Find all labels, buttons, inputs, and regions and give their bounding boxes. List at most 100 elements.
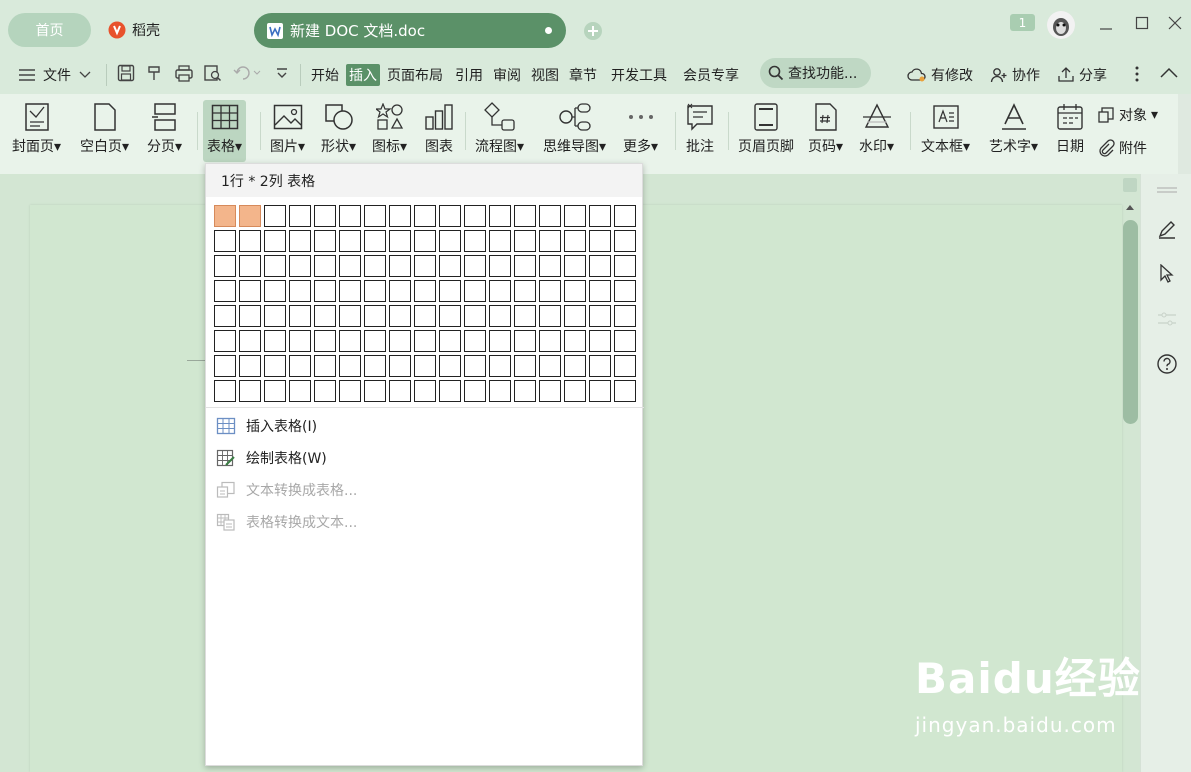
table-grid-cell[interactable] bbox=[489, 230, 511, 252]
table-grid-cell[interactable] bbox=[489, 330, 511, 352]
table-button[interactable]: 表格▾ bbox=[203, 100, 247, 162]
close-icon[interactable] bbox=[1167, 15, 1183, 31]
table-grid-cell[interactable] bbox=[364, 255, 386, 277]
save-icon[interactable] bbox=[117, 64, 135, 82]
tab-review[interactable]: 审阅 bbox=[493, 64, 521, 86]
table-grid-cell[interactable] bbox=[364, 330, 386, 352]
table-grid-cell[interactable] bbox=[589, 230, 611, 252]
table-grid-cell[interactable] bbox=[239, 205, 261, 227]
table-grid-cell[interactable] bbox=[439, 355, 461, 377]
table-grid-cell[interactable] bbox=[214, 330, 236, 352]
chart-button[interactable]: 图表 bbox=[424, 100, 454, 155]
table-grid-cell[interactable] bbox=[614, 230, 636, 252]
table-grid-cell[interactable] bbox=[614, 280, 636, 302]
table-grid-cell[interactable] bbox=[364, 230, 386, 252]
table-grid-cell[interactable] bbox=[489, 280, 511, 302]
table-grid-cell[interactable] bbox=[214, 255, 236, 277]
table-grid-cell[interactable] bbox=[364, 305, 386, 327]
table-grid-cell[interactable] bbox=[539, 380, 561, 402]
cover-page-button[interactable]: 封面页▾ bbox=[12, 100, 61, 155]
pen-edit-icon[interactable] bbox=[1157, 219, 1177, 239]
more-quick-access-icon[interactable] bbox=[275, 67, 289, 81]
table-grid-cell[interactable] bbox=[289, 280, 311, 302]
table-grid-cell[interactable] bbox=[439, 205, 461, 227]
share-button[interactable]: 分享 bbox=[1057, 64, 1107, 86]
comment-button[interactable]: 批注 bbox=[685, 100, 715, 155]
table-grid-cell[interactable] bbox=[389, 380, 411, 402]
table-grid-cell[interactable] bbox=[614, 305, 636, 327]
table-grid-cell[interactable] bbox=[314, 230, 336, 252]
table-grid-cell[interactable] bbox=[339, 380, 361, 402]
table-grid-cell[interactable] bbox=[214, 230, 236, 252]
table-grid-cell[interactable] bbox=[614, 255, 636, 277]
table-grid-cell[interactable] bbox=[489, 255, 511, 277]
table-grid-cell[interactable] bbox=[464, 280, 486, 302]
table-grid-cell[interactable] bbox=[414, 355, 436, 377]
tab-developer[interactable]: 开发工具 bbox=[611, 64, 667, 86]
tab-chapter[interactable]: 章节 bbox=[569, 64, 597, 86]
tab-home[interactable]: 开始 bbox=[311, 64, 339, 86]
vertical-scrollbar[interactable] bbox=[1123, 220, 1138, 424]
table-grid-cell[interactable] bbox=[614, 205, 636, 227]
table-grid-cell[interactable] bbox=[414, 305, 436, 327]
table-grid-cell[interactable] bbox=[214, 280, 236, 302]
table-grid-cell[interactable] bbox=[539, 230, 561, 252]
table-grid-cell[interactable] bbox=[489, 205, 511, 227]
table-grid-cell[interactable] bbox=[514, 330, 536, 352]
table-grid-cell[interactable] bbox=[439, 305, 461, 327]
table-grid-cell[interactable] bbox=[564, 305, 586, 327]
table-grid-cell[interactable] bbox=[314, 205, 336, 227]
table-grid-cell[interactable] bbox=[289, 305, 311, 327]
table-grid-cell[interactable] bbox=[464, 355, 486, 377]
table-grid-cell[interactable] bbox=[339, 205, 361, 227]
table-grid-cell[interactable] bbox=[339, 280, 361, 302]
print-preview-icon[interactable] bbox=[203, 64, 223, 82]
table-grid-cell[interactable] bbox=[339, 355, 361, 377]
table-grid-cell[interactable] bbox=[589, 280, 611, 302]
table-grid-cell[interactable] bbox=[314, 330, 336, 352]
table-grid-cell[interactable] bbox=[239, 230, 261, 252]
header-footer-button[interactable]: 页眉页脚 bbox=[738, 100, 794, 155]
changes-button[interactable]: 有修改 bbox=[907, 64, 973, 86]
table-grid-cell[interactable] bbox=[264, 230, 286, 252]
new-tab-button[interactable] bbox=[584, 22, 602, 40]
page-number-button[interactable]: 页码▾ bbox=[808, 100, 843, 155]
table-grid-cell[interactable] bbox=[339, 305, 361, 327]
table-grid-cell[interactable] bbox=[464, 230, 486, 252]
table-grid-cell[interactable] bbox=[289, 355, 311, 377]
table-grid-cell[interactable] bbox=[414, 380, 436, 402]
table-grid-cell[interactable] bbox=[314, 355, 336, 377]
table-grid-cell[interactable] bbox=[614, 330, 636, 352]
table-grid-cell[interactable] bbox=[364, 380, 386, 402]
watermark-button[interactable]: 水印▾ bbox=[859, 100, 894, 155]
table-grid-cell[interactable] bbox=[564, 330, 586, 352]
table-grid-cell[interactable] bbox=[464, 380, 486, 402]
table-grid-cell[interactable] bbox=[614, 380, 636, 402]
table-grid-cell[interactable] bbox=[514, 380, 536, 402]
tab-page-layout[interactable]: 页面布局 bbox=[387, 64, 443, 86]
table-grid-cell[interactable] bbox=[589, 355, 611, 377]
table-grid-cell[interactable] bbox=[489, 355, 511, 377]
table-grid-cell[interactable] bbox=[289, 205, 311, 227]
table-grid-cell[interactable] bbox=[214, 380, 236, 402]
table-grid-cell[interactable] bbox=[214, 205, 236, 227]
table-grid-cell[interactable] bbox=[439, 330, 461, 352]
mind-map-button[interactable]: 思维导图▾ bbox=[543, 100, 606, 155]
table-grid-cell[interactable] bbox=[589, 330, 611, 352]
print-icon[interactable] bbox=[174, 64, 194, 82]
table-grid-cell[interactable] bbox=[214, 355, 236, 377]
table-grid-cell[interactable] bbox=[389, 230, 411, 252]
collaborate-button[interactable]: 协作 bbox=[990, 64, 1040, 86]
table-grid-cell[interactable] bbox=[389, 330, 411, 352]
table-grid-cell[interactable] bbox=[414, 230, 436, 252]
table-grid-cell[interactable] bbox=[364, 355, 386, 377]
table-grid-cell[interactable] bbox=[414, 330, 436, 352]
table-grid-cell[interactable] bbox=[289, 255, 311, 277]
table-grid-cell[interactable] bbox=[564, 230, 586, 252]
table-grid-cell[interactable] bbox=[339, 230, 361, 252]
table-grid-cell[interactable] bbox=[389, 355, 411, 377]
table-grid-cell[interactable] bbox=[589, 380, 611, 402]
table-grid-cell[interactable] bbox=[389, 305, 411, 327]
unsaved-dot-icon[interactable] bbox=[545, 27, 552, 34]
object-button[interactable]: 对象 ▾ bbox=[1097, 105, 1158, 125]
